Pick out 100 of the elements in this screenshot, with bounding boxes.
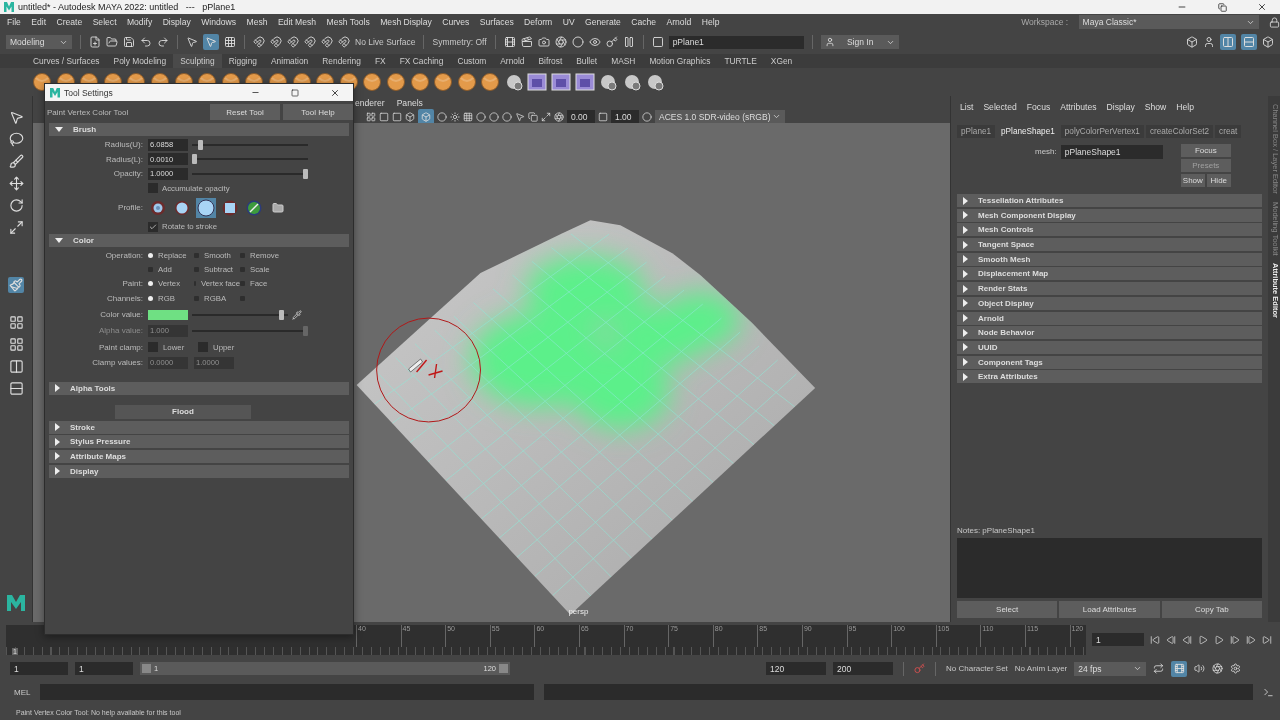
menu-item[interactable]: Display	[1106, 102, 1135, 112]
snap-view-icon[interactable]	[304, 36, 316, 48]
section-header[interactable]: Tangent Space	[957, 238, 1262, 252]
start-time-field[interactable]: 1	[10, 662, 68, 675]
panel-menu-item[interactable]: Panels	[396, 98, 423, 108]
mesh-tool-icon[interactable]	[598, 72, 619, 92]
section-header[interactable]: Arnold	[957, 311, 1262, 325]
brush-profile-button[interactable]	[196, 197, 216, 218]
flood-button[interactable]: Flood	[115, 404, 251, 419]
end-time-field[interactable]: 200	[833, 662, 893, 675]
shelf-tab[interactable]: MASH	[604, 54, 643, 68]
checkbox[interactable]	[148, 342, 158, 353]
checkbox[interactable]	[198, 342, 208, 353]
range-start-handle[interactable]	[142, 664, 151, 673]
section-header[interactable]: Alpha Tools	[49, 381, 349, 395]
step-forward-key-icon[interactable]	[1246, 634, 1256, 645]
slider-thumb[interactable]	[303, 168, 308, 179]
section-header[interactable]: Stylus Pressure	[49, 435, 349, 449]
editor-button[interactable]: Select	[957, 601, 1058, 618]
color-swatch[interactable]	[148, 309, 188, 320]
shelf-tab[interactable]: Arnold	[493, 54, 532, 68]
menu-item[interactable]: Deform	[524, 17, 553, 27]
menu-set-dropdown[interactable]: Modeling	[6, 35, 72, 49]
shelf-tab[interactable]: XGen	[763, 54, 800, 68]
four-pane-icon[interactable]	[8, 337, 24, 352]
shelf-tab[interactable]: Rigging	[221, 54, 265, 68]
gamma-field[interactable]: 1.00	[611, 110, 639, 123]
section-header[interactable]: Brush	[49, 123, 349, 136]
workspace-dropdown[interactable]: Maya Classic*	[1078, 15, 1259, 29]
menu-item[interactable]: Create	[56, 17, 83, 27]
snap-curve-icon[interactable]	[270, 36, 282, 48]
side-button[interactable]: Focus	[1180, 144, 1231, 157]
section-header[interactable]: Stroke	[49, 420, 349, 434]
slider-thumb[interactable]	[192, 154, 197, 165]
rotate-tool-icon[interactable]	[8, 198, 24, 213]
section-header[interactable]: Component Tags	[957, 355, 1262, 369]
highlight-icon[interactable]	[515, 111, 525, 122]
radio-button[interactable]	[148, 295, 153, 301]
menu-item[interactable]: Display	[162, 17, 191, 27]
step-back-key-icon[interactable]	[1166, 634, 1176, 645]
radio-button[interactable]	[148, 280, 153, 286]
menu-item[interactable]: UV	[562, 17, 575, 27]
snap-surface-icon[interactable]	[321, 36, 333, 48]
checkbox[interactable]	[148, 183, 158, 194]
menu-item[interactable]: Show	[1144, 102, 1167, 112]
menu-item[interactable]: Edit Mesh	[277, 17, 317, 27]
select-object-icon[interactable]	[203, 34, 219, 50]
node-tab[interactable]: pPlane1	[957, 124, 996, 138]
menu-item[interactable]: Modify	[126, 17, 153, 27]
lights-icon[interactable]	[450, 111, 460, 122]
two-pane-icon[interactable]	[8, 359, 24, 374]
section-header[interactable]: Displacement Map	[957, 267, 1262, 281]
slider-thumb[interactable]	[197, 139, 203, 150]
shelf-tab[interactable]: Poly Modeling	[106, 54, 174, 68]
single-pane-icon[interactable]	[8, 315, 24, 330]
move-tool-icon[interactable]	[8, 176, 24, 191]
shaded-icon[interactable]	[418, 108, 434, 125]
section-header[interactable]: Node Behavior	[957, 326, 1262, 340]
render-sequence-icon[interactable]	[520, 36, 533, 48]
new-scene-icon[interactable]	[89, 36, 101, 48]
shelf-tab[interactable]: Motion Graphics	[642, 54, 718, 68]
menu-item[interactable]: Generate	[585, 17, 621, 27]
menu-item[interactable]: Focus	[1026, 102, 1051, 112]
section-header[interactable]: Mesh Controls	[957, 223, 1262, 237]
step-forward-icon[interactable]	[1230, 634, 1240, 645]
redo-icon[interactable]	[157, 36, 169, 48]
exposure-field[interactable]: 0.00	[567, 110, 595, 123]
shelf-tab[interactable]: Sculpting	[173, 54, 222, 68]
sound-icon[interactable]	[1194, 663, 1206, 674]
menu-item[interactable]: Selected	[983, 102, 1017, 112]
section-header[interactable]: UUID	[957, 340, 1262, 354]
loop-icon[interactable]	[1153, 663, 1165, 674]
shelf-tab[interactable]: Bullet	[569, 54, 605, 68]
side-button[interactable]: Hide	[1206, 174, 1231, 187]
lasso-tool-icon[interactable]	[8, 132, 24, 147]
paint-select-icon[interactable]	[8, 154, 24, 169]
shelf-tab[interactable]: FX	[367, 54, 393, 68]
channel-box-icon[interactable]	[1220, 34, 1236, 50]
script-editor-icon[interactable]	[1263, 686, 1274, 698]
grid-icon[interactable]	[366, 111, 376, 122]
paint-tool-icon[interactable]	[8, 277, 24, 293]
menu-item[interactable]: Windows	[201, 17, 237, 27]
play-backwards-icon[interactable]	[1198, 634, 1208, 645]
section-header[interactable]: Attribute Maps	[49, 449, 349, 463]
lock-icon[interactable]	[1269, 16, 1280, 28]
attribute-editor-icon[interactable]	[1241, 34, 1257, 50]
playback-end-field[interactable]: 120	[766, 662, 826, 675]
select-component-icon[interactable]	[224, 36, 236, 48]
command-input-field[interactable]	[40, 684, 534, 700]
checkbox[interactable]	[148, 221, 158, 232]
shelf-tab[interactable]: Rendering	[315, 54, 368, 68]
section-header[interactable]: Extra Attributes	[957, 370, 1262, 384]
shelf-tab[interactable]: TURTLE	[717, 54, 764, 68]
menu-item[interactable]: File	[7, 17, 21, 27]
outliner-pane-icon[interactable]	[8, 381, 24, 396]
xray-icon[interactable]	[463, 111, 473, 122]
menu-item[interactable]: Mesh	[246, 17, 268, 27]
animation-preferences-icon[interactable]	[1230, 663, 1242, 674]
editor-button[interactable]: Copy Tab	[1161, 601, 1262, 618]
menu-item[interactable]: Curves	[442, 17, 470, 27]
